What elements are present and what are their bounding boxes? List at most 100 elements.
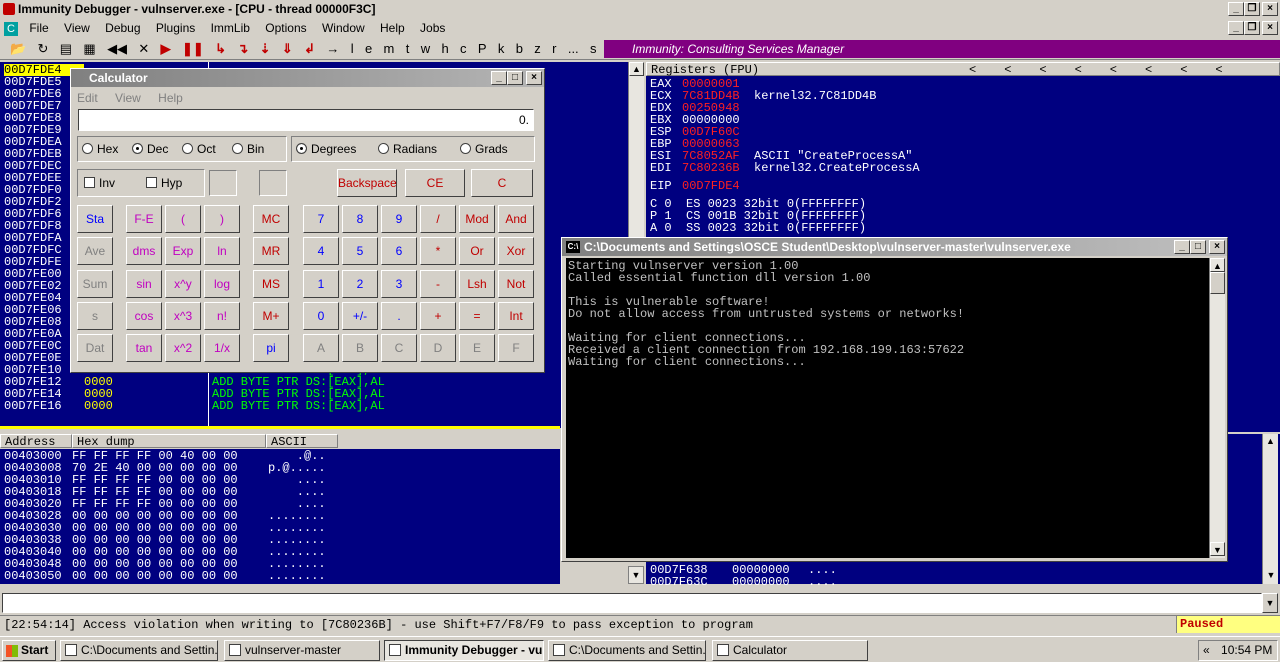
- scroll-up-icon[interactable]: ▲: [629, 62, 644, 76]
- menu-options[interactable]: Options: [259, 18, 312, 38]
- pycommand-icon[interactable]: ▦: [79, 40, 99, 58]
- calc-key-button[interactable]: A: [303, 334, 339, 362]
- calc-sci-button[interactable]: dms: [126, 237, 162, 265]
- menu-immlib[interactable]: ImmLib: [205, 18, 256, 38]
- console-output[interactable]: Starting vulnserver version 1.00 Called e…: [566, 258, 1209, 558]
- dump-col-address[interactable]: Address: [0, 434, 72, 449]
- checkbox-hyp[interactable]: Hyp: [146, 176, 182, 190]
- calc-key-button[interactable]: +: [420, 302, 456, 330]
- flag-row[interactable]: A 0 SS 0023 32bit 0(FFFFFFFF): [650, 222, 920, 234]
- tool-z[interactable]: z: [530, 40, 545, 58]
- close-program-icon[interactable]: ▤: [56, 40, 76, 58]
- consulting-banner[interactable]: Immunity: Consulting Services Manager: [604, 40, 1280, 58]
- calc-stat-button[interactable]: Ave: [77, 237, 113, 265]
- tray-expand-icon[interactable]: «: [1203, 643, 1210, 657]
- taskbar-item[interactable]: C:\Documents and Settin...: [60, 640, 218, 661]
- radio-hex[interactable]: Hex: [82, 142, 118, 156]
- calc-key-button[interactable]: B: [342, 334, 378, 362]
- tool-l[interactable]: l: [347, 40, 358, 58]
- calc-key-button[interactable]: 1: [303, 270, 339, 298]
- calc-memory-button[interactable]: pi: [253, 334, 289, 362]
- tool-p[interactable]: P: [474, 40, 491, 58]
- trace-over-icon[interactable]: ⇓: [278, 40, 297, 58]
- calc-close-button[interactable]: ×: [526, 71, 542, 85]
- calc-memory-button[interactable]: M+: [253, 302, 289, 330]
- calc-key-button[interactable]: /: [420, 205, 456, 233]
- command-dropdown-icon[interactable]: ▼: [1262, 593, 1278, 613]
- stack-left-scrollbar[interactable]: ▼: [628, 566, 644, 584]
- calc-key-button[interactable]: And: [498, 205, 534, 233]
- calc-sci-button[interactable]: log: [204, 270, 240, 298]
- console-scroll-thumb[interactable]: [1210, 272, 1225, 294]
- radio-grads[interactable]: Grads: [460, 142, 508, 156]
- calc-memory-button[interactable]: MS: [253, 270, 289, 298]
- stack-scroll-up-icon[interactable]: ▲: [1263, 434, 1278, 448]
- menu-jobs[interactable]: Jobs: [414, 18, 451, 38]
- menu-window[interactable]: Window: [316, 18, 371, 38]
- mdi-minimize-button[interactable]: _: [1228, 21, 1244, 35]
- stack-scrollbar[interactable]: ▲ ▼: [1262, 434, 1278, 584]
- calc-key-button[interactable]: Or: [459, 237, 495, 265]
- calc-key-button[interactable]: *: [420, 237, 456, 265]
- execute-till-return-icon[interactable]: ↲: [300, 40, 319, 58]
- calc-menu-view[interactable]: View: [115, 91, 141, 105]
- taskbar-item[interactable]: C:\Documents and Settin...: [548, 640, 706, 661]
- radio-bin[interactable]: Bin: [232, 142, 264, 156]
- calc-key-button[interactable]: .: [381, 302, 417, 330]
- menu-file[interactable]: File: [23, 18, 54, 38]
- register-value[interactable]: 7C80236B: [682, 162, 754, 174]
- console-minimize-button[interactable]: _: [1174, 240, 1190, 254]
- menu-view[interactable]: View: [58, 18, 96, 38]
- calc-key-button[interactable]: 2: [342, 270, 378, 298]
- disasm-row[interactable]: 00D7FE16 0000 ADD BYTE PTR DS:[EAX],AL: [4, 400, 624, 412]
- calc-stat-button[interactable]: Sta: [77, 205, 113, 233]
- dump-row[interactable]: 00403050 00 00 00 00 00 00 00 00........: [4, 570, 326, 582]
- calc-key-button[interactable]: Xor: [498, 237, 534, 265]
- command-input[interactable]: [2, 593, 1262, 613]
- calc-c-button[interactable]: C: [471, 169, 533, 197]
- calc-key-button[interactable]: 3: [381, 270, 417, 298]
- calc-key-button[interactable]: Lsh: [459, 270, 495, 298]
- minimize-button[interactable]: _: [1228, 2, 1244, 16]
- calc-sci-button[interactable]: Exp: [165, 237, 201, 265]
- calc-stat-button[interactable]: Dat: [77, 334, 113, 362]
- console-close-button[interactable]: ×: [1209, 240, 1225, 254]
- calc-sci-button[interactable]: ln: [204, 237, 240, 265]
- calc-key-button[interactable]: -: [420, 270, 456, 298]
- taskbar-item[interactable]: vulnserver-master: [224, 640, 380, 661]
- hex-dump-pane[interactable]: Address Hex dump ASCII 00403000 FF FF FF …: [0, 434, 560, 584]
- tool-w[interactable]: w: [417, 40, 434, 58]
- restart-icon[interactable]: ↻: [34, 40, 53, 58]
- calc-sci-button[interactable]: x^3: [165, 302, 201, 330]
- calc-sci-button[interactable]: n!: [204, 302, 240, 330]
- dump-col-ascii[interactable]: ASCII: [266, 434, 338, 449]
- console-maximize-button[interactable]: □: [1190, 240, 1206, 254]
- run-icon[interactable]: ▶: [157, 40, 175, 58]
- calc-key-button[interactable]: Int: [498, 302, 534, 330]
- calc-stat-button[interactable]: Sum: [77, 270, 113, 298]
- pause-icon[interactable]: ❚❚: [178, 40, 208, 58]
- calc-sci-button[interactable]: x^y: [165, 270, 201, 298]
- radio-dec[interactable]: Dec: [132, 142, 168, 156]
- calc-key-button[interactable]: 7: [303, 205, 339, 233]
- calc-key-button[interactable]: 0: [303, 302, 339, 330]
- calc-memory-button[interactable]: MC: [253, 205, 289, 233]
- radio-radians[interactable]: Radians: [378, 142, 437, 156]
- calc-sci-button[interactable]: cos: [126, 302, 162, 330]
- start-button[interactable]: Start: [2, 640, 56, 661]
- stack-scroll-down-icon[interactable]: ▼: [1263, 568, 1279, 582]
- stack-row[interactable]: 00D7F63C 00000000....: [650, 576, 837, 588]
- calc-sci-button[interactable]: (: [165, 205, 201, 233]
- tool-t[interactable]: t: [402, 40, 414, 58]
- calc-key-button[interactable]: Mod: [459, 205, 495, 233]
- calc-menu-edit[interactable]: Edit: [77, 91, 98, 105]
- console-titlebar[interactable]: C:\ C:\Documents and Settings\OSCE Stude…: [562, 238, 1227, 256]
- tool-e[interactable]: e: [361, 40, 376, 58]
- calc-sci-button[interactable]: sin: [126, 270, 162, 298]
- tool-b[interactable]: b: [512, 40, 527, 58]
- calc-key-button[interactable]: C: [381, 334, 417, 362]
- calc-key-button[interactable]: +/-: [342, 302, 378, 330]
- calc-maximize-button[interactable]: □: [507, 71, 523, 85]
- rewind-icon[interactable]: ◀◀: [103, 40, 131, 58]
- calc-key-button[interactable]: Not: [498, 270, 534, 298]
